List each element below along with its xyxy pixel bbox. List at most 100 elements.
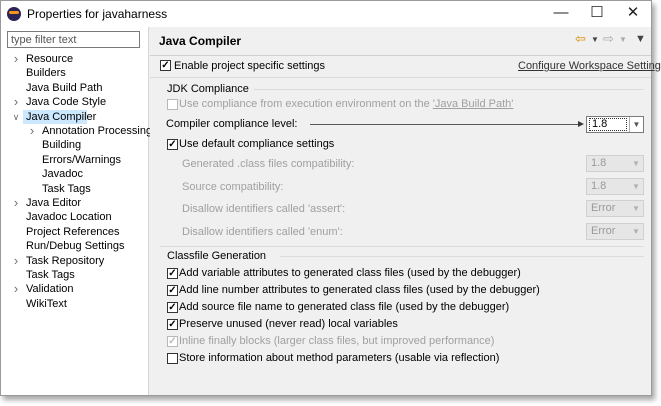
tree-item[interactable]: Task Tags (1, 182, 149, 196)
tree-item[interactable]: Javadoc (1, 167, 149, 181)
jdk-group-line (254, 89, 644, 90)
tree-item-label: Errors/Warnings (42, 153, 122, 166)
tree-item-label: Task Tags (26, 269, 75, 281)
chevron-down-icon: ▼ (632, 204, 640, 213)
tree-item[interactable]: ∨ Java Compiler (13, 109, 96, 124)
tree-item[interactable]: › Task Repository (1, 253, 149, 268)
navigation-pane: ›ResourceBuildersJava Build Path›Java Co… (1, 27, 153, 395)
classfile-option-label: Add source file name to generated class … (179, 301, 510, 313)
java-build-path-link[interactable]: 'Java Build Path' (433, 98, 514, 110)
classfile-generation-title: Classfile Generation (167, 250, 267, 262)
tree-item[interactable]: › Java Code Style (1, 95, 149, 109)
tree-item-label: Java Compiler (26, 110, 97, 123)
filter-input[interactable] (7, 31, 140, 48)
forward-arrow-icon[interactable]: ⇨ (603, 31, 614, 47)
tree-item-label: Javadoc Location (26, 211, 112, 224)
tree-item[interactable]: Builders (1, 66, 149, 80)
chevron-down-icon: ▼ (632, 159, 640, 168)
compliance-level-select[interactable]: 1.8 ▼ (586, 116, 644, 133)
close-button[interactable]: ✕ (615, 1, 651, 27)
class-compat-select[interactable]: 1.8 ▼ (586, 155, 644, 172)
classfile-option-checkbox[interactable]: ✓ (167, 268, 178, 279)
tree-item-label: Java Editor (26, 197, 82, 209)
enum-identifier-label: Disallow identifiers called 'enum': (182, 226, 343, 238)
back-dropdown-icon[interactable]: ▼ (591, 35, 599, 44)
title-divider (150, 55, 651, 56)
enum-identifier-select[interactable]: Error ▼ (586, 223, 644, 240)
classfile-option-checkbox[interactable]: ✓ (167, 302, 178, 313)
back-arrow-icon[interactable]: ⇦ (575, 31, 586, 47)
classfile-option-checkbox[interactable]: ✓ (167, 336, 178, 347)
page-title: Java Compiler (159, 34, 242, 48)
classfile-option-checkbox[interactable] (167, 353, 178, 364)
use-default-compliance-label: Use default compliance settings (179, 138, 335, 150)
tree-item[interactable]: Javadoc Location (1, 210, 149, 224)
chevron-right-icon[interactable]: › (11, 52, 21, 66)
jdk-group-bottom (160, 246, 644, 247)
page-navigation: ⇦ ▼ ⇨ ▼ ▼ (575, 31, 646, 47)
eclipse-icon (7, 7, 21, 21)
chevron-down-icon: ▼ (632, 227, 640, 236)
compliance-arrow-icon (578, 121, 584, 127)
assert-identifier-value: Error (591, 202, 616, 214)
tree-item-label: Java Build Path (26, 81, 103, 94)
classfile-option-label: Add line number attributes to generated … (179, 284, 540, 296)
chevron-down-icon[interactable]: ∨ (11, 110, 21, 124)
use-ee-compliance-checkbox[interactable] (167, 99, 178, 110)
tree-item[interactable]: Building (1, 138, 149, 152)
title-bar: Properties for javaharness — ☐ ✕ (1, 1, 651, 27)
tree-item-label: Javadoc (42, 168, 83, 181)
classfile-option-checkbox[interactable]: ✓ (167, 319, 178, 330)
tree-item-label: Validation (26, 283, 74, 296)
classfile-option-label: Store information about method parameter… (179, 352, 500, 364)
minimize-button[interactable]: — (543, 1, 579, 27)
classfile-option-label: Preserve unused (never read) local varia… (179, 318, 398, 330)
tree-item-label: Project References (26, 225, 120, 238)
tree-item[interactable]: › Resource (1, 52, 149, 66)
maximize-button[interactable]: ☐ (579, 1, 615, 27)
tree-item[interactable]: Java Build Path (1, 81, 149, 95)
use-default-compliance-checkbox[interactable]: ✓ (167, 139, 178, 150)
use-ee-text: Use compliance from execution environmen… (179, 98, 433, 110)
chevron-right-icon[interactable]: › (11, 282, 21, 296)
classfile-option-checkbox[interactable]: ✓ (167, 285, 178, 296)
tree-item[interactable]: › Java Editor (1, 196, 149, 210)
tree-item[interactable]: Project References (1, 225, 149, 239)
tree-item[interactable]: WikiText (1, 297, 149, 311)
tree-item[interactable]: › Annotation Processing (1, 124, 153, 138)
source-compat-select[interactable]: 1.8 ▼ (586, 178, 644, 195)
tree-item[interactable]: Errors/Warnings (1, 153, 149, 167)
enum-identifier-value: Error (591, 225, 616, 237)
compliance-level-value: 1.8 (589, 118, 627, 131)
view-menu-icon[interactable]: ▼ (635, 33, 646, 45)
source-compat-label: Source compatibility: (182, 181, 284, 193)
assert-identifier-select[interactable]: Error ▼ (586, 200, 644, 217)
configure-workspace-link[interactable]: Configure Workspace Settings... (518, 59, 661, 73)
tree-item[interactable]: Task Tags (1, 268, 149, 282)
compliance-connector-line (310, 124, 578, 125)
tree-item-label: Task Repository (26, 254, 105, 267)
chevron-right-icon[interactable]: › (11, 95, 21, 109)
chevron-right-icon[interactable]: › (27, 124, 37, 138)
assert-identifier-label: Disallow identifiers called 'assert': (182, 203, 346, 215)
classfile-option-label: Add variable attributes to generated cla… (179, 267, 521, 279)
class-compat-label: Generated .class files compatibility: (182, 158, 355, 170)
jdk-compliance-title: JDK Compliance (167, 83, 249, 95)
compliance-level-label: Compiler compliance level: (166, 118, 298, 130)
enable-specific-checkbox[interactable]: ✓ (160, 60, 171, 71)
tree-item[interactable]: Run/Debug Settings (1, 239, 149, 253)
classfile-group-line (280, 256, 644, 257)
chevron-right-icon[interactable]: › (11, 196, 21, 210)
classfile-option-label: Inline finally blocks (larger class file… (179, 335, 495, 347)
properties-dialog: Properties for javaharness — ☐ ✕ › Resour… (0, 0, 661, 396)
chevron-right-icon[interactable]: › (11, 253, 21, 268)
tree-item-label: Annotation Processing (42, 125, 153, 137)
use-ee-compliance-label: Use compliance from execution environmen… (179, 97, 513, 111)
tree-item-label: Resource (26, 53, 74, 65)
tree-item[interactable]: › Validation (1, 282, 149, 296)
tree-item-label: WikiText (26, 297, 67, 310)
enable-specific-label: Enable project specific settings (174, 60, 326, 72)
chevron-down-icon: ▼ (629, 117, 643, 132)
source-compat-value: 1.8 (591, 180, 607, 192)
forward-dropdown-icon[interactable]: ▼ (619, 35, 627, 44)
